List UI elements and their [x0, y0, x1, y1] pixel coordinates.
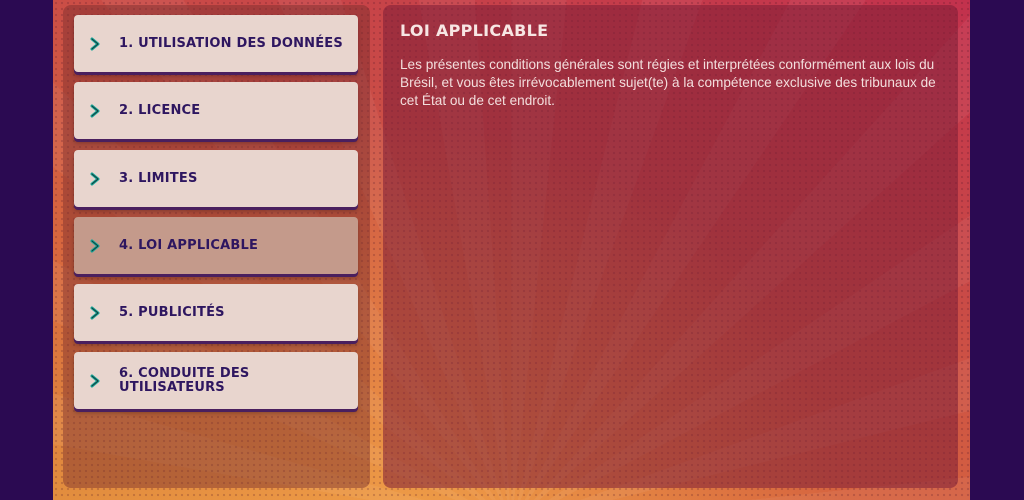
menu-item-limites[interactable]: 3. LIMITES: [74, 150, 358, 207]
chevron-right-icon: [90, 374, 100, 387]
chevron-right-icon: [90, 172, 100, 185]
content-panel: LOI APPLICABLE Les présentes conditions …: [383, 5, 958, 488]
menu-item-label: 6. CONDUITE DES UTILISATEURS: [119, 365, 250, 395]
menu-item-conduite-des-utilisateurs[interactable]: 6. CONDUITE DES UTILISATEURS: [74, 352, 358, 409]
menu-item-utilisation-des-donnees[interactable]: 1. UTILISATION DES DONNÉES: [74, 15, 358, 72]
chevron-right-icon: [90, 239, 100, 252]
menu-item-label: 1. UTILISATION DES DONNÉES: [119, 35, 343, 51]
menu-item-loi-applicable[interactable]: 4. LOI APPLICABLE: [74, 217, 358, 274]
terms-panel: 1. UTILISATION DES DONNÉES 2. LICENCE 3.…: [53, 0, 970, 500]
menu-item-publicites[interactable]: 5. PUBLICITÉS: [74, 284, 358, 341]
content-body: Les présentes conditions générales sont …: [400, 57, 936, 108]
menu-item-label: 4. LOI APPLICABLE: [119, 237, 259, 253]
menu-item-licence[interactable]: 2. LICENCE: [74, 82, 358, 139]
chevron-right-icon: [90, 37, 100, 50]
menu-item-label: 2. LICENCE: [119, 102, 201, 118]
content-title: LOI APPLICABLE: [400, 21, 549, 40]
terms-sidebar: 1. UTILISATION DES DONNÉES 2. LICENCE 3.…: [63, 5, 370, 488]
chevron-right-icon: [90, 104, 100, 117]
chevron-right-icon: [90, 306, 100, 319]
menu-item-label: 3. LIMITES: [119, 170, 198, 186]
menu-item-label: 5. PUBLICITÉS: [119, 304, 225, 320]
